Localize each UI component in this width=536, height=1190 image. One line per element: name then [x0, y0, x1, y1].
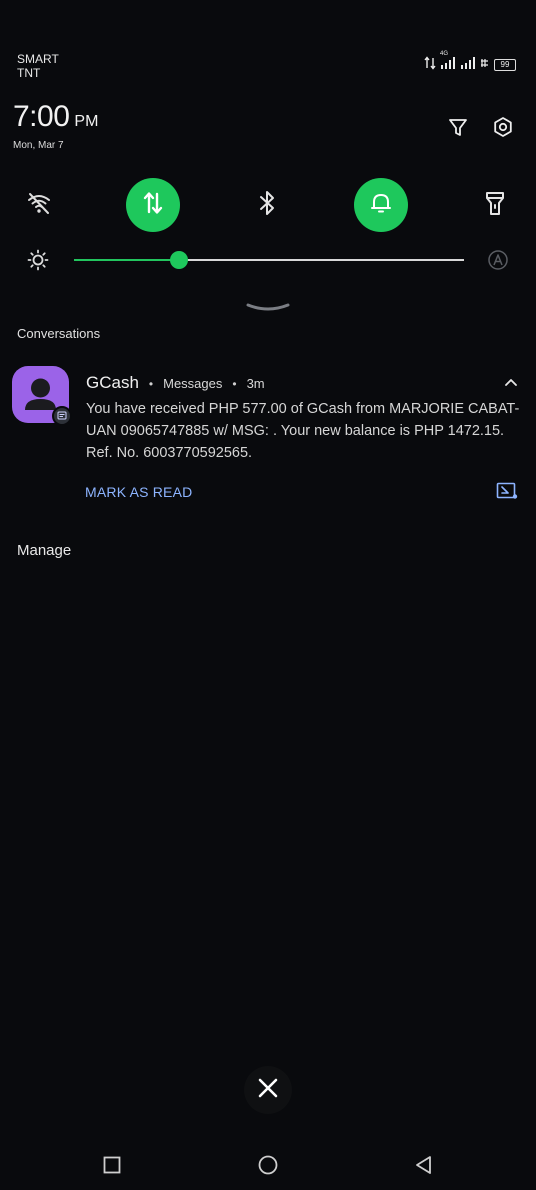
mark-as-read-button[interactable]: MARK AS READ: [85, 484, 192, 500]
bell-icon: [368, 190, 394, 221]
flashlight-icon: [482, 189, 508, 222]
separator-dot: •: [148, 377, 154, 391]
network-type-label: 4G: [440, 51, 449, 57]
brightness-thumb[interactable]: [170, 251, 189, 269]
qs-tile-bluetooth[interactable]: [240, 178, 294, 232]
clock-ampm: PM: [74, 113, 99, 130]
brightness-icon: [27, 249, 49, 276]
notification-body: You have received PHP 577.00 of GCash fr…: [86, 401, 520, 461]
signal-icon: [460, 57, 476, 72]
clock-time: 7:00: [13, 100, 70, 133]
chevron-up-icon[interactable]: [502, 376, 520, 394]
close-icon: [257, 1077, 279, 1104]
expand-handle[interactable]: [246, 300, 290, 319]
data-arrows-icon: [424, 56, 436, 73]
notification-card[interactable]: GCash • Messages • 3m You have received …: [0, 362, 536, 512]
clear-all-button[interactable]: [244, 1066, 292, 1114]
back-icon[interactable]: [410, 1152, 436, 1178]
clock[interactable]: 7:00 PM: [13, 100, 98, 134]
wifi-off-icon: [25, 189, 53, 222]
filter-icon[interactable]: [444, 113, 472, 141]
chevron-down-icon: [246, 301, 290, 318]
carrier-line-1: SMART: [17, 52, 59, 66]
qs-tile-flashlight[interactable]: [468, 178, 522, 232]
auto-brightness-icon[interactable]: [487, 249, 509, 276]
section-title-conversations: Conversations: [17, 326, 101, 341]
carrier-line-2: TNT: [17, 66, 41, 80]
carrier-label: SMART TNT: [17, 52, 59, 80]
home-icon[interactable]: [255, 1152, 281, 1178]
battery-level: 99: [500, 59, 510, 69]
signal-icon: 4G: [440, 51, 456, 72]
quick-settings-row: [0, 178, 536, 232]
qs-tile-mobile-data[interactable]: [126, 178, 180, 232]
notification-source: Messages: [163, 376, 223, 391]
manage-button[interactable]: Manage: [17, 542, 71, 559]
notification-app-name: GCash: [86, 373, 139, 392]
data-arrows-icon: [140, 190, 166, 221]
messages-badge-icon: [52, 406, 72, 426]
navigation-bar: [0, 1140, 536, 1190]
qs-tile-sound[interactable]: [354, 178, 408, 232]
brightness-row: [0, 246, 536, 274]
qs-tile-wifi[interactable]: [12, 178, 66, 232]
reply-icon[interactable]: [496, 482, 518, 505]
recents-icon[interactable]: [99, 1152, 125, 1178]
brightness-slider[interactable]: [74, 259, 464, 261]
settings-icon[interactable]: [489, 113, 517, 141]
separator-dot: •: [232, 377, 237, 391]
brightness-fill: [74, 259, 180, 261]
status-icons: 4G 99: [424, 51, 516, 73]
notification-header: GCash • Messages • 3m: [86, 373, 265, 393]
bluetooth-icon: [255, 189, 279, 222]
battery-icon: 99: [494, 58, 516, 71]
notification-age: 3m: [246, 376, 265, 391]
date-label[interactable]: Mon, Mar 7: [13, 140, 64, 151]
wifi-calling-icon: [480, 57, 490, 72]
